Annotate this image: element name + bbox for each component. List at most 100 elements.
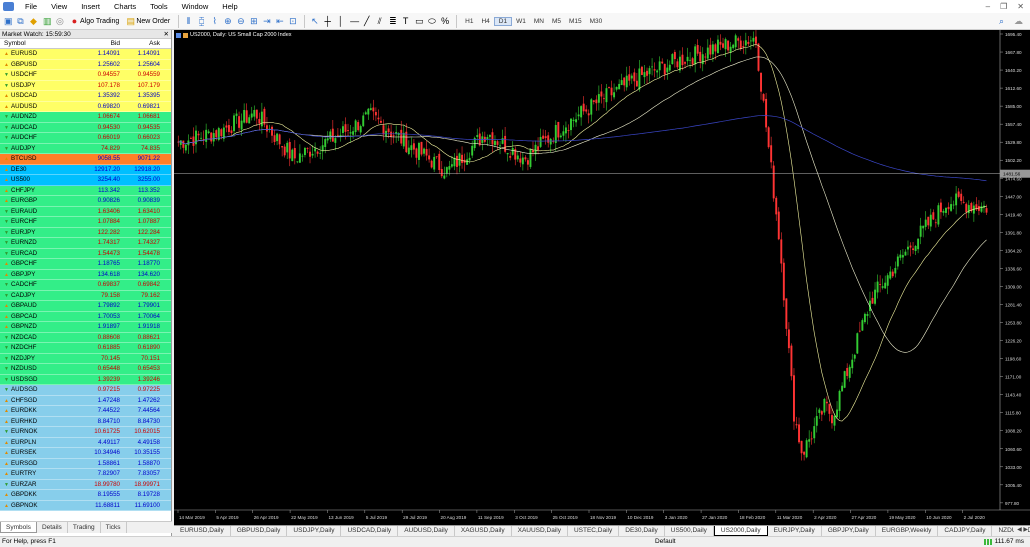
market-watch-row[interactable]: ▼ USDSGD 1.39239 1.39246: [0, 374, 171, 385]
zoom-out-icon[interactable]: ⊖: [235, 16, 246, 27]
menu-file[interactable]: File: [18, 2, 44, 11]
menu-help[interactable]: Help: [215, 2, 244, 11]
new-chart-icon[interactable]: ▣: [2, 16, 13, 27]
market-watch-row[interactable]: ▲ EURGBP 0.90826 0.90839: [0, 196, 171, 207]
zoom-in-icon[interactable]: ⊕: [222, 16, 233, 27]
new-order-button[interactable]: ▤ New Order: [123, 14, 172, 29]
restore-icon[interactable]: ❐: [1000, 2, 1007, 11]
chart-tab[interactable]: XAGUSD,Daily: [455, 526, 512, 536]
minimize-icon[interactable]: –: [986, 2, 990, 11]
market-watch-row[interactable]: ▼ EURCHF 1.07884 1.07887: [0, 217, 171, 228]
market-watch-row[interactable]: ▲ GBPAUD 1.79892 1.79901: [0, 301, 171, 312]
market-watch-row[interactable]: ▼ AUDCAD 0.94530 0.94535: [0, 122, 171, 133]
market-watch-row[interactable]: ▲ GBPNOK 11.68811 11.69100: [0, 500, 171, 511]
indicators-icon[interactable]: ⊡: [287, 16, 298, 27]
market-watch-row[interactable]: ▼ NZDCAD 0.88608 0.88621: [0, 332, 171, 343]
tile-windows-icon[interactable]: ⊞: [248, 16, 259, 27]
market-watch-row[interactable]: ▼ EURAUD 1.63406 1.63410: [0, 206, 171, 217]
chart-tab[interactable]: GBPJPY,Daily: [822, 526, 876, 536]
tab-symbols[interactable]: Symbols: [0, 522, 37, 533]
profiles-icon[interactable]: ⧉: [15, 16, 26, 27]
chart-window[interactable]: 1695.40 1667.80 1640.20 1612.60 1585.00 1557.…: [174, 30, 1030, 525]
market-watch-row[interactable]: ▲ EURTRY 7.82907 7.83057: [0, 469, 171, 480]
market-watch-row[interactable]: ▲ EURSEK 10.34946 10.35155: [0, 448, 171, 459]
chart-tab[interactable]: US500,Daily: [665, 526, 714, 536]
channel-icon[interactable]: ⫽: [374, 16, 385, 27]
chart-tab[interactable]: CADJPY,Daily: [938, 526, 993, 536]
trendline-icon[interactable]: ╱: [361, 16, 372, 27]
market-watch-row[interactable]: ▼ AUDJPY 74.829 74.835: [0, 143, 171, 154]
timeframe-w1[interactable]: W1: [512, 18, 530, 25]
timeframe-d1[interactable]: D1: [493, 16, 513, 26]
tab-ticks[interactable]: Ticks: [101, 522, 127, 533]
market-watch-row[interactable]: ▼ NZDJPY 70.145 70.151: [0, 353, 171, 364]
horizontal-line-icon[interactable]: —: [348, 16, 359, 27]
timeframe-h1[interactable]: H1: [461, 18, 477, 25]
market-watch-row[interactable]: ▼ EURJPY 122.282 122.284: [0, 227, 171, 238]
market-watch-row[interactable]: ▲ EURSGD 1.58861 1.58870: [0, 458, 171, 469]
market-watch-row[interactable]: ▼ NZDUSD 0.65448 0.65453: [0, 364, 171, 375]
market-watch-row[interactable]: ▼ USDCHF 0.94557 0.94559: [0, 70, 171, 81]
chart-tab[interactable]: USTEC,Daily: [568, 526, 620, 536]
market-watch-row[interactable]: ▼ AUDCHF 0.66019 0.66023: [0, 133, 171, 144]
navigator-icon[interactable]: ◎: [54, 16, 65, 27]
market-watch-row[interactable]: ▲ GBPNZD 1.91897 1.91918: [0, 322, 171, 333]
tab-details[interactable]: Details: [37, 522, 68, 533]
chart-tab[interactable]: USDJPY,Daily: [287, 526, 342, 536]
vertical-line-icon[interactable]: │: [335, 16, 346, 27]
market-watch-row[interactable]: ▼ EURCAD 1.54473 1.54478: [0, 248, 171, 259]
timeframe-h4[interactable]: H4: [477, 18, 493, 25]
market-watch-row[interactable]: ▲ GBPCHF 1.18765 1.18770: [0, 259, 171, 270]
menu-charts[interactable]: Charts: [107, 2, 143, 11]
market-watch-row[interactable]: ▲ GBPJPY 134.618 134.620: [0, 269, 171, 280]
market-watch-row[interactable]: ▼ EURZAR 18.99780 18.99971: [0, 479, 171, 490]
chart-tab[interactable]: DE30,Daily: [619, 526, 665, 536]
chart-tab[interactable]: US2000,Daily: [713, 526, 768, 536]
data-window-icon[interactable]: ▥: [41, 16, 52, 27]
chart-shift-icon[interactable]: ⇤: [274, 16, 285, 27]
timeframe-m15[interactable]: M15: [565, 18, 586, 25]
market-watch-row[interactable]: ▼ EURNZD 1.74317 1.74327: [0, 238, 171, 249]
market-watch-row[interactable]: ▲ CHFJPY 113.342 113.352: [0, 185, 171, 196]
crosshair-icon[interactable]: ┼: [322, 16, 333, 27]
market-watch-row[interactable]: ▼ EURNOK 10.61725 10.62015: [0, 427, 171, 438]
chart-tab[interactable]: EURJPY,Daily: [768, 526, 822, 536]
market-watch-row[interactable]: ▲ BTCUSD 9058.55 9071.22: [0, 154, 171, 165]
market-watch-row[interactable]: ▲ DE30 12917.20 12918.20: [0, 164, 171, 175]
cursor-icon[interactable]: ↖: [309, 16, 320, 27]
ellipse-icon[interactable]: ⬭: [426, 16, 437, 27]
fibonacci-icon[interactable]: ≣: [387, 16, 398, 27]
market-watch-row[interactable]: ▲ AUDUSD 0.69820 0.69821: [0, 101, 171, 112]
market-watch-row[interactable]: ▲ GBPCAD 1.70053 1.70064: [0, 311, 171, 322]
column-ask[interactable]: Ask: [120, 39, 162, 48]
price-chart[interactable]: 1695.40 1667.80 1640.20 1612.60 1585.00 1557.…: [174, 30, 1030, 525]
chart-tab[interactable]: GBPUSD,Daily: [231, 526, 288, 536]
market-watch-row[interactable]: ▼ AUDSGD 0.97215 0.97225: [0, 385, 171, 396]
chart-tab[interactable]: USDCAD,Daily: [341, 526, 399, 536]
bar-chart-icon[interactable]: ⫴: [183, 16, 194, 27]
menu-tools[interactable]: Tools: [143, 2, 175, 11]
market-watch-row[interactable]: ▲ CHFSGD 1.47248 1.47262: [0, 395, 171, 406]
text-icon[interactable]: T: [400, 16, 411, 27]
search-icon[interactable]: ⌕: [996, 16, 1007, 27]
timeframe-m30[interactable]: M30: [586, 18, 607, 25]
market-watch-row[interactable]: ▼ CADCHF 0.69837 0.69842: [0, 280, 171, 291]
rectangle-icon[interactable]: ▭: [413, 16, 424, 27]
chart-tab[interactable]: EURUSD,Daily: [174, 526, 231, 536]
chart-tab[interactable]: AUDUSD,Daily: [398, 526, 455, 536]
autoscroll-icon[interactable]: ⇥: [261, 16, 272, 27]
market-watch-row[interactable]: ▲ EURHKD 8.84710 8.84730: [0, 416, 171, 427]
market-watch-row[interactable]: ▲ GBPDKK 8.19555 8.19728: [0, 490, 171, 501]
market-watch-row[interactable]: ▲ EURUSD 1.14091 1.14091: [0, 49, 171, 60]
market-watch-icon[interactable]: ◆: [28, 16, 39, 27]
menu-insert[interactable]: Insert: [74, 2, 107, 11]
close-icon[interactable]: ✕: [164, 30, 169, 39]
market-watch-row[interactable]: ▼ NZDCHF 0.61885 0.61890: [0, 343, 171, 354]
market-watch-row[interactable]: ▼ AUDNZD 1.06674 1.06681: [0, 112, 171, 123]
algo-trading-button[interactable]: ● Algo Trading: [67, 14, 121, 29]
market-watch-row[interactable]: ▼ USDJPY 107.178 107.179: [0, 80, 171, 91]
menu-view[interactable]: View: [44, 2, 74, 11]
chart-tab[interactable]: XAUUSD,Daily: [512, 526, 568, 536]
chart-tab[interactable]: EURGBP,Weekly: [876, 526, 939, 536]
shapes-icon[interactable]: %: [439, 16, 450, 27]
